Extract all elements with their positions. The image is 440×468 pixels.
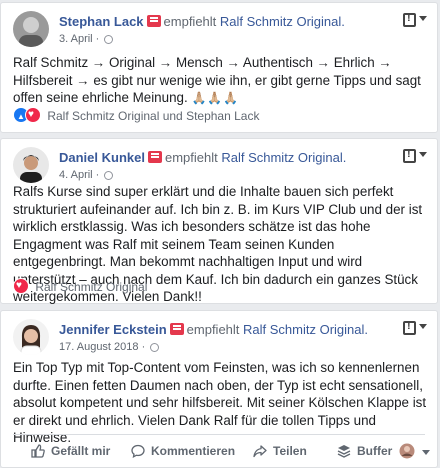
like-label: Gefällt mir (51, 444, 111, 458)
report-icon (403, 320, 416, 335)
globe-icon (104, 171, 114, 180)
report-menu-button[interactable] (397, 147, 427, 171)
globe-icon (104, 35, 114, 44)
profile-avatar-icon (399, 443, 415, 459)
author-name[interactable]: Stephan Lack (59, 14, 144, 29)
chevron-down-icon (419, 324, 427, 329)
review-card: Stephan Lack empfiehlt Ralf Schmitz Origi… (0, 2, 438, 133)
recommends-text: empfiehlt (163, 14, 217, 29)
comment-label: Kommentieren (151, 444, 236, 458)
chevron-down-icon (419, 16, 427, 21)
post-date: 3. April · (59, 32, 114, 46)
review-card: Jennifer Eckstein empfiehlt Ralf Schmitz … (0, 310, 438, 468)
avatar[interactable] (13, 319, 49, 355)
buffer-stack-icon (337, 444, 351, 458)
pray-emojis: 🙏🏼🙏🏼🙏🏼 (191, 91, 240, 105)
chevron-down-icon (422, 445, 431, 459)
avatar[interactable] (13, 11, 49, 47)
author-name[interactable]: Daniel Kunkel (59, 150, 145, 165)
page-link[interactable]: Ralf Schmitz Original. (221, 150, 346, 165)
share-button[interactable]: Teilen (253, 443, 307, 459)
recommends-text: empfiehlt (164, 150, 218, 165)
page-link[interactable]: Ralf Schmitz Original. (220, 14, 345, 29)
review-header: Daniel Kunkel empfiehlt Ralf Schmitz Orig… (13, 147, 427, 187)
avatar[interactable] (13, 147, 49, 183)
love-reaction-icon (25, 107, 41, 123)
review-header: Stephan Lack empfiehlt Ralf Schmitz Origi… (13, 11, 427, 51)
thumbs-up-icon (31, 444, 45, 458)
review-meta: Daniel Kunkel empfiehlt Ralf Schmitz Orig… (59, 150, 346, 166)
reactions-summary[interactable]: Ralf Schmitz Original und Stephan Lack (13, 107, 259, 125)
review-header: Jennifer Eckstein empfiehlt Ralf Schmitz … (13, 319, 427, 359)
report-icon (403, 148, 416, 163)
share-label: Teilen (273, 444, 307, 458)
review-card: Daniel Kunkel empfiehlt Ralf Schmitz Orig… (0, 138, 438, 304)
report-menu-button[interactable] (397, 319, 427, 343)
review-text: Ralf Schmitz → Original → Mensch → Authe… (13, 54, 427, 108)
reactions-summary[interactable]: Ralf Schmitz Original (13, 278, 147, 295)
comment-icon (131, 444, 145, 459)
chevron-down-icon (419, 152, 427, 157)
buffer-button[interactable]: Buffer (337, 443, 392, 459)
post-date-text[interactable]: 3. April · (59, 33, 99, 45)
action-bar: Gefällt mir Kommentieren Teilen Buffer (13, 434, 431, 465)
review-meta: Stephan Lack empfiehlt Ralf Schmitz Origi… (59, 14, 345, 30)
recommends-text: empfiehlt (186, 322, 240, 337)
share-icon (253, 444, 267, 458)
like-button[interactable]: Gefällt mir (31, 443, 110, 459)
page-link[interactable]: Ralf Schmitz Original. (243, 322, 368, 337)
report-menu-button[interactable] (397, 11, 427, 35)
post-date-text[interactable]: 17. August 2018 · (59, 341, 145, 353)
recommend-flag-icon (146, 15, 161, 27)
recommend-flag-icon (147, 151, 162, 163)
comment-button[interactable]: Kommentieren (131, 443, 235, 459)
report-icon (403, 12, 416, 27)
globe-icon (150, 343, 160, 352)
post-date: 17. August 2018 · (59, 340, 160, 354)
buffer-label: Buffer (357, 444, 393, 458)
recommend-flag-icon (169, 323, 184, 335)
author-name[interactable]: Jennifer Eckstein (59, 322, 167, 337)
reactions-names[interactable]: Ralf Schmitz Original (35, 280, 147, 294)
love-reaction-icon (13, 278, 29, 294)
post-date-text[interactable]: 4. April · (59, 169, 99, 181)
audience-selector[interactable] (399, 443, 431, 460)
reactions-names[interactable]: Ralf Schmitz Original und Stephan Lack (47, 109, 259, 123)
post-date: 4. April · (59, 168, 114, 182)
review-meta: Jennifer Eckstein empfiehlt Ralf Schmitz … (59, 322, 368, 338)
